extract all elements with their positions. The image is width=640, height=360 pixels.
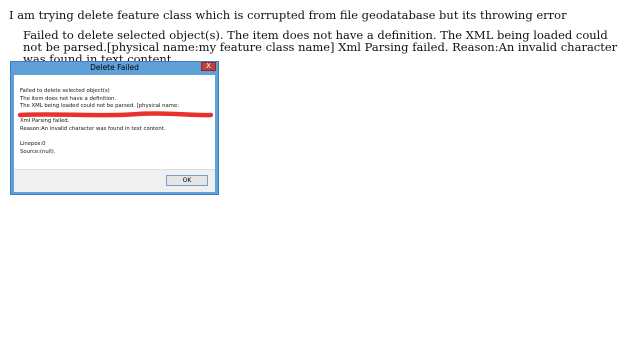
dialog-body: Failed to delete selected object(s) The … <box>14 75 215 192</box>
redaction-scribble <box>18 111 213 118</box>
dialog-title: Delete Failed <box>90 63 139 72</box>
question-text: I am trying delete feature class which i… <box>9 8 567 22</box>
error-quote: Failed to delete selected object(s). The… <box>23 28 618 66</box>
close-button[interactable]: X <box>201 62 216 71</box>
ok-button[interactable]: OK <box>166 175 208 186</box>
message-line: Xml Parsing failed. <box>20 118 70 125</box>
message-line: Failed to delete selected object(s) <box>20 88 110 94</box>
dialog-message: Failed to delete selected object(s) The … <box>20 88 179 156</box>
message-line: Linepos:0 <box>20 141 46 148</box>
dialog-titlebar: Delete Failed X <box>11 62 218 74</box>
message-line: Reason:An invalid character was found in… <box>20 125 166 132</box>
dialog-message-area: Failed to delete selected object(s) The … <box>14 75 215 170</box>
message-line: The item does not have a definition. <box>20 95 117 102</box>
delete-failed-dialog: Delete Failed X Failed to delete selecte… <box>10 61 219 195</box>
message-line: The XML being loaded could not be parsed… <box>20 103 179 110</box>
message-line: Source:(null). <box>20 148 56 155</box>
